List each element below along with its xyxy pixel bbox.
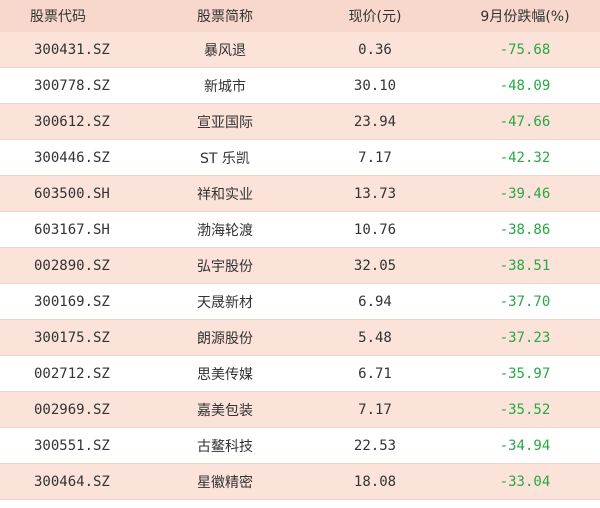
cell-change: -33.04: [499, 473, 551, 490]
cell-price: 13.73: [353, 185, 397, 202]
cell-price: 5.48: [358, 329, 392, 346]
cell-price: 23.94: [353, 113, 397, 130]
header-code: 股票代码: [30, 9, 86, 25]
cell-price: 7.17: [358, 149, 392, 166]
cell-change: -38.51: [499, 257, 551, 274]
table-row: 300175.SZ 朗源股份 5.48 -37.23: [0, 320, 600, 356]
cell-name: 天晟新材: [197, 294, 253, 311]
cell-change: -38.86: [499, 221, 551, 238]
cell-name: 弘宇股份: [197, 258, 253, 275]
cell-change: -48.09: [499, 77, 551, 94]
cell-name: 渤海轮渡: [197, 222, 253, 239]
cell-code: 300778.SZ: [34, 77, 110, 94]
cell-name: 星徽精密: [197, 474, 253, 491]
cell-name: 新城市: [204, 78, 246, 95]
header-change: 9月份跌幅(%): [480, 9, 570, 25]
table-row: 300446.SZ ST 乐凯 7.17 -42.32: [0, 140, 600, 176]
table-row: 300551.SZ 古鳌科技 22.53 -34.94: [0, 428, 600, 464]
cell-price: 6.71: [358, 365, 392, 382]
cell-change: -47.66: [499, 113, 551, 130]
cell-price: 10.76: [353, 221, 397, 238]
cell-code: 603500.SH: [34, 185, 110, 202]
header-name: 股票简称: [197, 9, 253, 25]
table-row: 002712.SZ 思美传媒 6.71 -35.97: [0, 356, 600, 392]
cell-price: 22.53: [353, 437, 397, 454]
cell-name: 嘉美包装: [197, 402, 253, 419]
cell-change: -35.52: [499, 401, 551, 418]
cell-price: 32.05: [353, 257, 397, 274]
cell-name: 宣亚国际: [197, 114, 253, 131]
table-row: 300778.SZ 新城市 30.10 -48.09: [0, 68, 600, 104]
cell-code: 300612.SZ: [34, 113, 110, 130]
cell-code: 002969.SZ: [34, 401, 110, 418]
cell-name: 思美传媒: [197, 366, 253, 383]
cell-price: 30.10: [353, 77, 397, 94]
cell-name: 朗源股份: [197, 330, 253, 347]
table-row: 603167.SH 渤海轮渡 10.76 -38.86: [0, 212, 600, 248]
table-row: 002969.SZ 嘉美包装 7.17 -35.52: [0, 392, 600, 428]
cell-name: 古鳌科技: [197, 438, 253, 455]
cell-change: -37.70: [499, 293, 551, 310]
cell-code: 002890.SZ: [34, 257, 110, 274]
cell-change: -75.68: [499, 41, 551, 58]
cell-code: 300169.SZ: [34, 293, 110, 310]
cell-name: 祥和实业: [197, 186, 253, 203]
cell-name: 暴风退: [204, 42, 246, 59]
cell-change: -42.32: [499, 149, 551, 166]
cell-code: 002712.SZ: [34, 365, 110, 382]
table-row: 300169.SZ 天晟新材 6.94 -37.70: [0, 284, 600, 320]
table-header: 股票代码 股票简称 现价(元) 9月份跌幅(%): [0, 0, 600, 32]
stock-decline-table: 股票代码 股票简称 现价(元) 9月份跌幅(%) 300431.SZ 暴风退 0…: [0, 0, 600, 500]
cell-code: 300446.SZ: [34, 149, 110, 166]
cell-code: 300551.SZ: [34, 437, 110, 454]
table-row: 300431.SZ 暴风退 0.36 -75.68: [0, 32, 600, 68]
header-price: 现价(元): [348, 9, 402, 25]
cell-code: 300464.SZ: [34, 473, 110, 490]
cell-price: 7.17: [358, 401, 392, 418]
cell-code: 300431.SZ: [34, 41, 110, 58]
cell-price: 6.94: [358, 293, 392, 310]
table-row: 603500.SH 祥和实业 13.73 -39.46: [0, 176, 600, 212]
cell-code: 603167.SH: [34, 221, 110, 238]
cell-change: -37.23: [499, 329, 551, 346]
cell-price: 0.36: [358, 41, 392, 58]
cell-change: -34.94: [499, 437, 551, 454]
table-row: 002890.SZ 弘宇股份 32.05 -38.51: [0, 248, 600, 284]
cell-change: -39.46: [499, 185, 551, 202]
cell-code: 300175.SZ: [34, 329, 110, 346]
cell-price: 18.08: [353, 473, 397, 490]
cell-name: ST 乐凯: [200, 150, 250, 167]
table-row: 300612.SZ 宣亚国际 23.94 -47.66: [0, 104, 600, 140]
cell-change: -35.97: [499, 365, 551, 382]
table-row: 300464.SZ 星徽精密 18.08 -33.04: [0, 464, 600, 500]
